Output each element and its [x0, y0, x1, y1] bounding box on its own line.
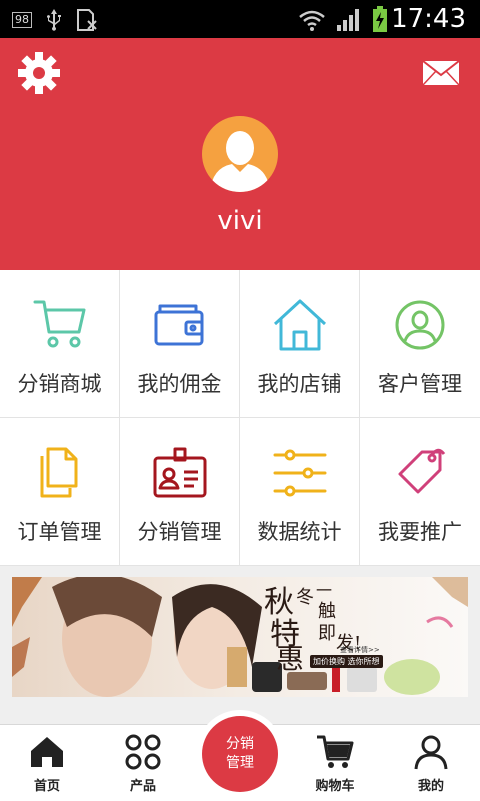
- menu-item-order-management[interactable]: 订单管理: [0, 418, 120, 566]
- menu-item-promote[interactable]: 我要推广: [360, 418, 480, 566]
- user-circle-icon: [395, 300, 445, 350]
- status-bar: 98 17:43: [0, 0, 480, 38]
- battery-icon: [373, 6, 387, 32]
- house-icon: [273, 299, 327, 351]
- username: vivi: [217, 206, 263, 236]
- center-button-text: 分销 管理: [226, 736, 254, 771]
- function-menu-grid: 分销商城 我的佣金 我的店铺 客户管理 订单管理 分销管理 数据统计 我要推广: [0, 270, 480, 566]
- notification-badge: 98: [12, 12, 32, 28]
- nav-home[interactable]: 首页: [12, 733, 82, 794]
- sliders-icon: [273, 449, 327, 497]
- nav-mine[interactable]: 我的: [396, 733, 466, 794]
- menu-item-label: 分销管理: [137, 520, 222, 544]
- menu-item-label: 数据统计: [257, 520, 342, 544]
- sim-icon: [77, 9, 97, 31]
- distribution-management-button[interactable]: 分销 管理: [196, 710, 284, 798]
- gear-icon[interactable]: [16, 50, 62, 96]
- banner-small-text: 查看详情>>: [340, 646, 380, 654]
- menu-item-label: 分销商城: [17, 372, 102, 396]
- center-button-label: 分销 管理: [202, 716, 278, 792]
- menu-item-label: 客户管理: [378, 372, 462, 396]
- nav-label: 产品: [129, 779, 156, 794]
- wifi-icon: [299, 10, 325, 31]
- menu-item-label: 我要推广: [378, 520, 462, 544]
- nav-label: 首页: [33, 779, 60, 794]
- menu-item-distribution-mall[interactable]: 分销商城: [0, 270, 120, 418]
- person-icon: [414, 735, 448, 770]
- banner-char: 即: [318, 623, 336, 644]
- grid-icon: [125, 734, 161, 770]
- menu-item-label: 我的佣金: [137, 372, 222, 396]
- menu-item-my-store[interactable]: 我的店铺: [240, 270, 360, 418]
- id-badge-icon: [153, 447, 207, 498]
- menu-item-customer-management[interactable]: 客户管理: [360, 270, 480, 418]
- envelope-icon[interactable]: [422, 60, 460, 86]
- person-silhouette-icon: [210, 131, 270, 192]
- clock: 17:43: [391, 4, 466, 34]
- nav-products[interactable]: 产品: [108, 733, 178, 794]
- cart-icon: [317, 735, 354, 768]
- avatar[interactable]: [202, 116, 278, 192]
- menu-item-label: 我的店铺: [257, 372, 342, 396]
- nav-label: 我的: [417, 779, 444, 794]
- menu-item-label: 订单管理: [17, 520, 102, 544]
- banner-cta[interactable]: 加价换购 选你所想: [310, 655, 383, 668]
- profile-header: vivi: [0, 38, 480, 270]
- tag-icon: [398, 448, 446, 494]
- promo-banner[interactable]: 秋 冬 特 惠 一 触 即 发! 查看详情>> 加价换购 选你所想: [12, 577, 468, 697]
- nav-label: 购物车: [315, 779, 355, 794]
- banner-char: 惠: [276, 642, 305, 675]
- menu-item-data-statistics[interactable]: 数据统计: [240, 418, 360, 566]
- wallet-icon: [154, 304, 204, 346]
- signal-icon: [337, 9, 359, 31]
- banner-char: 冬: [296, 587, 314, 608]
- home-icon: [31, 737, 63, 767]
- nav-cart[interactable]: 购物车: [300, 733, 370, 794]
- banner-image: [12, 577, 468, 697]
- usb-icon: [47, 9, 61, 31]
- menu-item-distribution-management[interactable]: 分销管理: [120, 418, 240, 566]
- shopping-cart-icon: [33, 300, 86, 348]
- documents-icon: [40, 447, 78, 498]
- menu-item-my-commission[interactable]: 我的佣金: [120, 270, 240, 418]
